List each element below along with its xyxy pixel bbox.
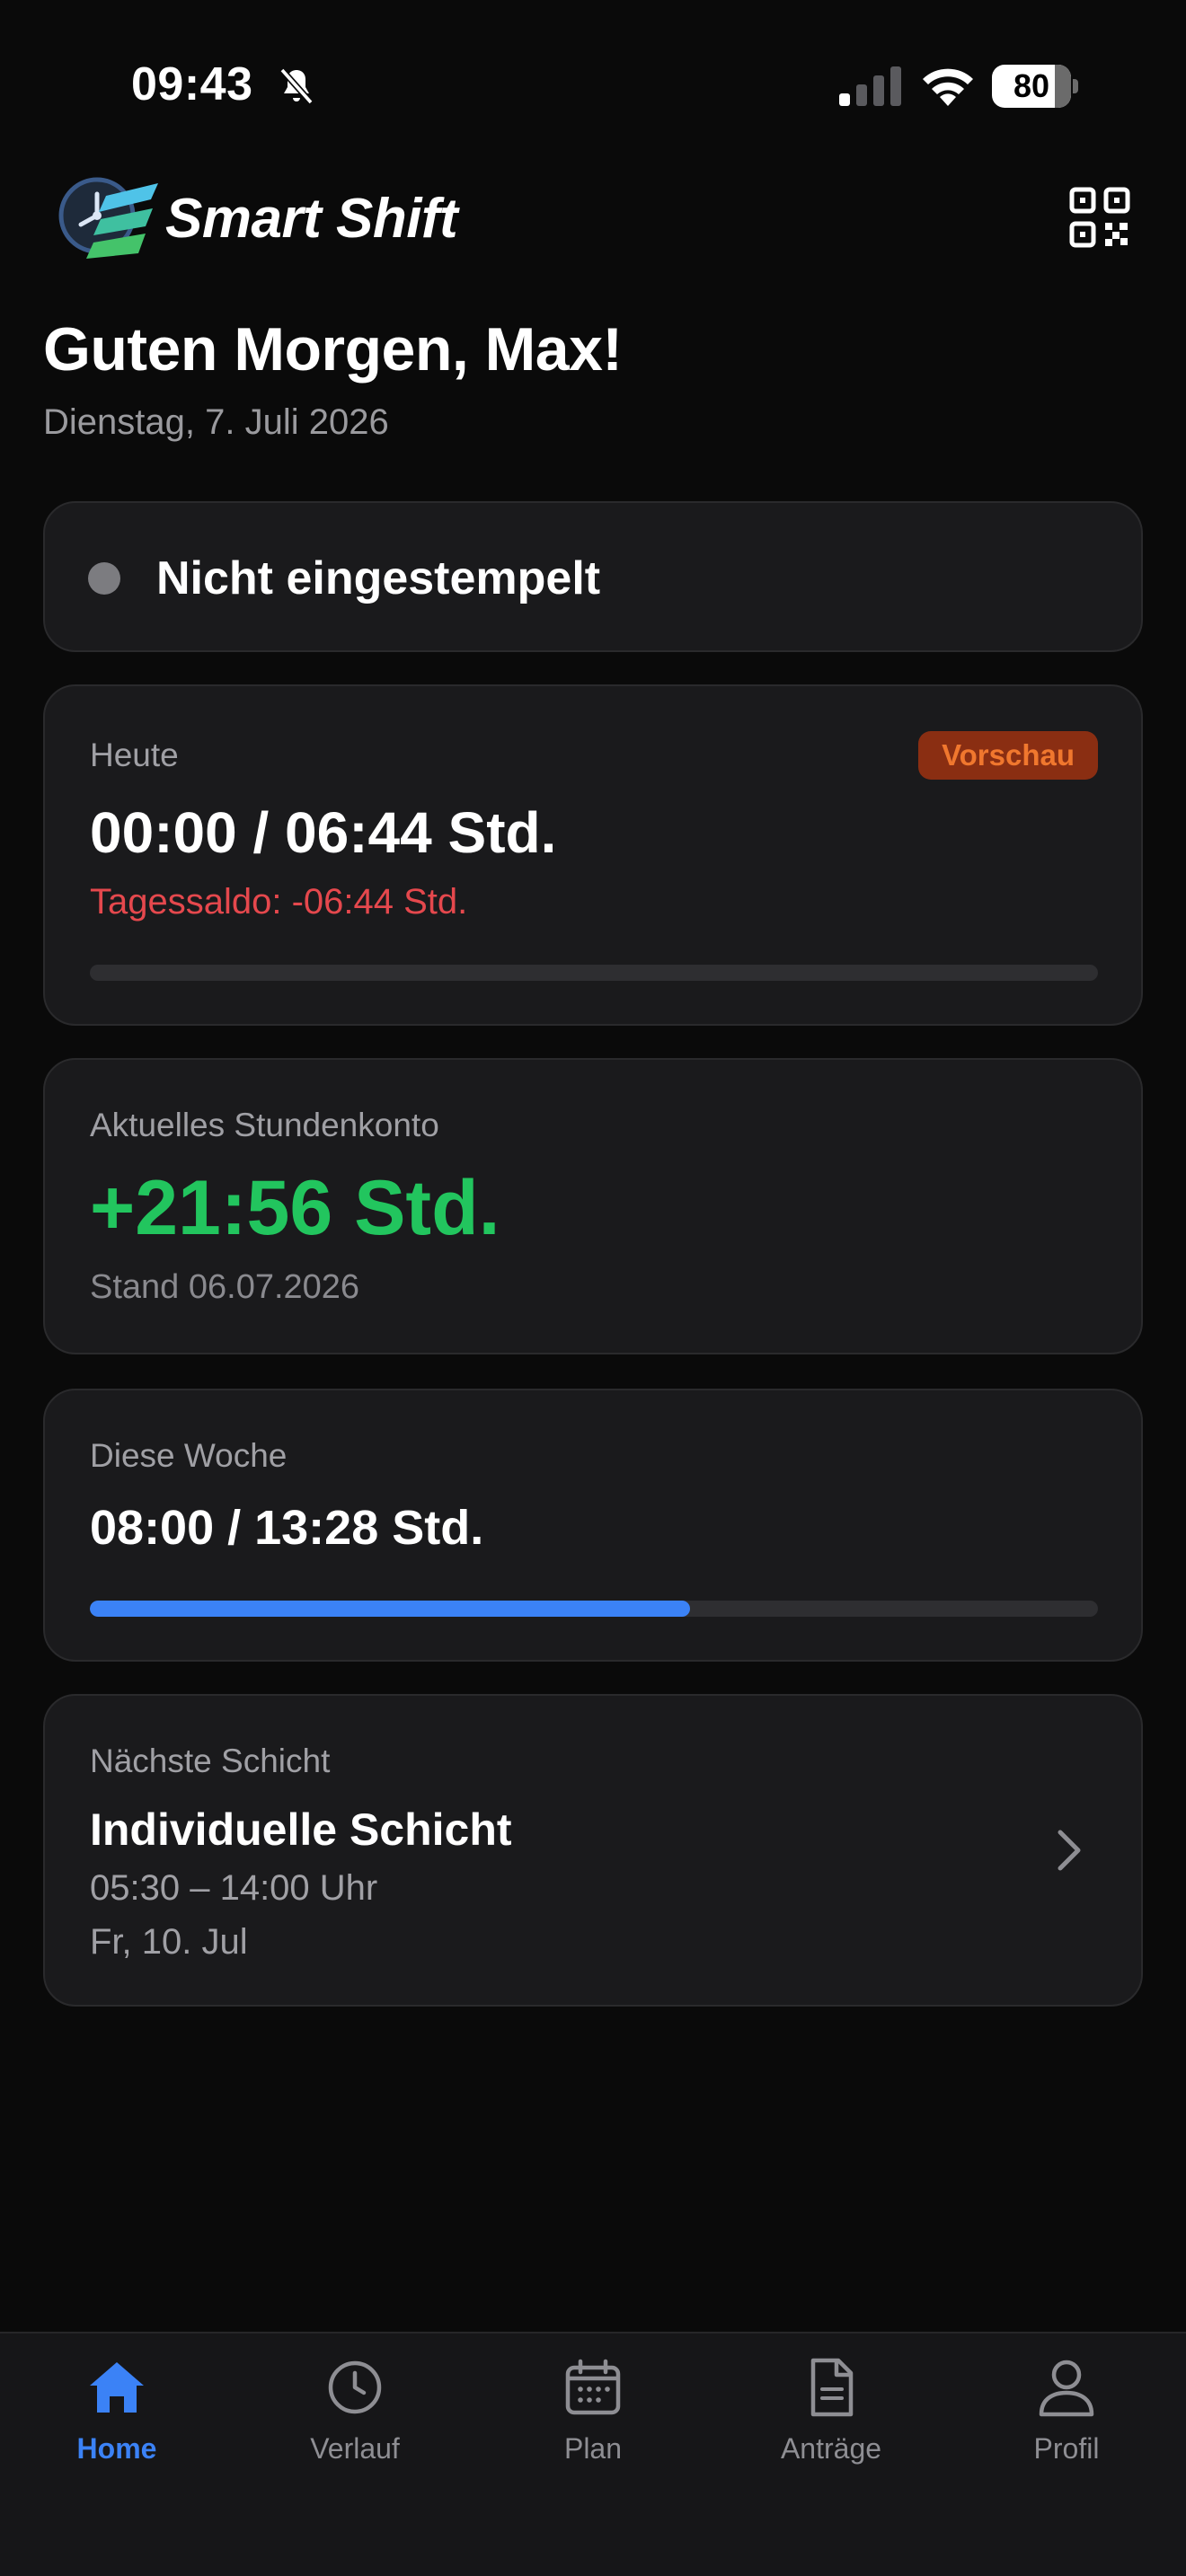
tab-label-plan: Plan: [563, 2432, 623, 2465]
tab-profile[interactable]: Profil: [977, 2357, 1156, 2483]
current-date: Dienstag, 7. Juli 2026: [43, 402, 389, 442]
today-progress-bar: [90, 965, 1098, 981]
next-shift-title: Individuelle Schicht: [90, 1804, 512, 1855]
next-shift-label: Nächste Schicht: [90, 1742, 331, 1779]
tab-label-profile: Profil: [1033, 2432, 1100, 2465]
hour-account-card[interactable]: Aktuelles Stundenkonto +21:56 Std. Stand…: [43, 1058, 1143, 1354]
clock-status-text: Nicht eingestempelt: [156, 552, 601, 604]
tab-plan[interactable]: Plan: [503, 2357, 683, 2483]
greeting-title: Guten Morgen, Max!: [43, 315, 623, 384]
clock-icon: [328, 2360, 382, 2414]
next-shift-card[interactable]: Nächste Schicht Individuelle Schicht 05:…: [43, 1694, 1143, 2007]
week-progress-bar: [90, 1601, 1098, 1617]
tab-requests[interactable]: Anträge: [741, 2357, 921, 2483]
status-time: 09:43: [131, 58, 253, 110]
battery-icon: 80: [992, 65, 1078, 108]
week-label: Diese Woche: [90, 1437, 288, 1474]
home-screen: 09:43 80 Smart Shift Guten Morgen, Max! …: [0, 0, 1186, 2576]
today-hours: 00:00 / 06:44 Std.: [90, 800, 557, 865]
tab-history[interactable]: Verlauf: [265, 2357, 445, 2483]
tab-label-requests: Anträge: [780, 2432, 882, 2465]
hour-account-value: +21:56 Std.: [90, 1165, 500, 1251]
home-icon: [90, 2362, 144, 2413]
clock-status-card[interactable]: Nicht eingestempelt: [43, 501, 1143, 652]
bottom-tab-bar: Home Verlauf Plan Anträge Profil: [0, 2332, 1186, 2576]
tab-label-history: Verlauf: [310, 2432, 400, 2465]
week-hours: 08:00 / 13:28 Std.: [90, 1501, 484, 1555]
tab-home[interactable]: Home: [27, 2357, 207, 2483]
app-logo: Smart Shift: [54, 169, 503, 268]
status-bar: 09:43 80: [0, 0, 1186, 171]
wifi-icon: [923, 68, 973, 106]
status-indicator-dot: [88, 562, 120, 595]
hour-account-label: Aktuelles Stundenkonto: [90, 1107, 439, 1143]
document-icon: [810, 2358, 854, 2417]
today-balance: Tagessaldo: -06:44 Std.: [90, 882, 468, 922]
qr-code-icon[interactable]: [1069, 187, 1130, 248]
week-card[interactable]: Diese Woche 08:00 / 13:28 Std.: [43, 1389, 1143, 1662]
chevron-right-icon: [1058, 1830, 1081, 1871]
battery-level: 80: [1013, 67, 1050, 104]
next-shift-time: 05:30 – 14:00 Uhr: [90, 1868, 378, 1908]
bell-slash-icon: [279, 67, 314, 105]
app-name: Smart Shift: [165, 188, 458, 250]
hour-account-date: Stand 06.07.2026: [90, 1268, 360, 1306]
person-icon: [1039, 2360, 1094, 2417]
today-label: Heute: [90, 737, 179, 773]
calendar-icon: [565, 2359, 621, 2415]
cellular-signal-icon: [839, 66, 901, 106]
next-shift-date: Fr, 10. Jul: [90, 1922, 248, 1962]
clock-logo-icon: [58, 177, 158, 259]
week-progress-fill: [90, 1601, 690, 1617]
today-card[interactable]: Heute Vorschau 00:00 / 06:44 Std. Tagess…: [43, 684, 1143, 1026]
tab-label-home: Home: [76, 2432, 157, 2465]
preview-badge: Vorschau: [918, 731, 1098, 780]
